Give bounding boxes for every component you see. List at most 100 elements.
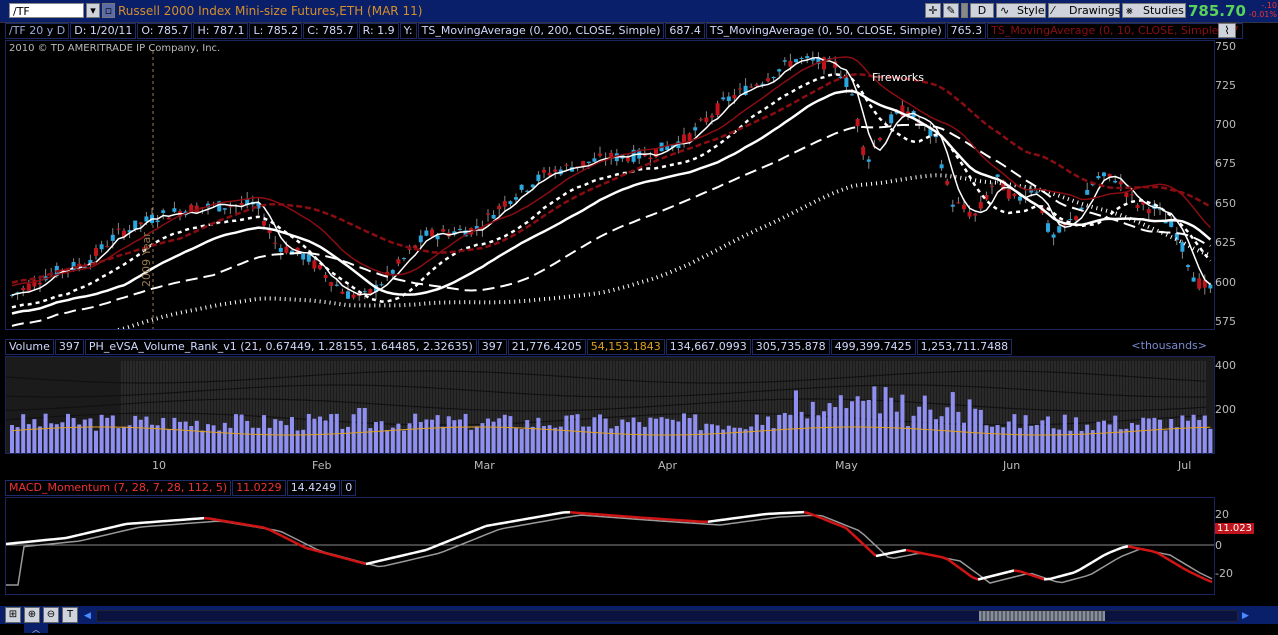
chart-period-label[interactable]: /TF 20 y D — [5, 23, 69, 39]
down-candle — [21, 288, 25, 290]
price-chart — [6, 41, 1214, 329]
volume-bar — [228, 428, 232, 453]
up-candle — [783, 60, 787, 61]
link-button[interactable]: ▫ — [102, 3, 115, 18]
macd-down-segment — [852, 534, 858, 540]
expand-panel-icon[interactable]: ︿ — [24, 624, 48, 633]
zoom-in-button[interactable]: ⊕ — [24, 607, 40, 623]
volume-bar — [990, 427, 994, 453]
macd-down-segment — [324, 553, 330, 555]
scroll-left-icon[interactable]: ◀ — [84, 611, 91, 621]
ma-red-dashed-line — [12, 74, 1210, 282]
up-candle — [1057, 226, 1061, 232]
down-candle — [1197, 278, 1201, 288]
edit-button[interactable]: ✎ — [943, 3, 959, 18]
up-candle — [419, 236, 423, 243]
volume-bar — [1024, 415, 1028, 453]
volume-panel[interactable] — [5, 356, 1215, 454]
chart-settings-button[interactable]: ⌇ — [1218, 23, 1236, 38]
up-candle — [1208, 285, 1212, 289]
macd-down-segment — [1164, 557, 1170, 561]
down-candle — [324, 275, 328, 278]
volume-bar — [66, 414, 70, 453]
symbol-dropdown-button[interactable]: ▾ — [86, 3, 100, 18]
down-candle — [878, 138, 882, 140]
volume-bar — [777, 415, 781, 453]
volume-bar — [704, 424, 708, 453]
symbol-input[interactable]: /TF — [9, 3, 84, 18]
macd-up-segment — [426, 548, 432, 550]
volume-bar — [357, 408, 361, 453]
time-scrollbar[interactable] — [96, 610, 1238, 622]
volume-bar — [1186, 421, 1190, 453]
volume-bar — [284, 425, 288, 453]
volume-bar — [475, 426, 479, 453]
volume-bar — [105, 418, 109, 453]
macd-up-segment — [414, 551, 420, 552]
up-candle — [514, 197, 518, 199]
volume-bar — [688, 418, 692, 453]
scrollbar-thumb[interactable] — [979, 611, 1105, 621]
scroll-right-icon[interactable]: ▶ — [1242, 611, 1249, 621]
grid-button[interactable]: ⊞ — [5, 607, 21, 623]
studies-button[interactable]: ⨳ Studies — [1122, 3, 1186, 18]
up-candle — [1085, 190, 1089, 195]
style-button[interactable]: ∿ Style — [996, 3, 1046, 18]
ma200-label[interactable]: TS_MovingAverage (0, 200, CLOSE, Simple) — [418, 23, 665, 39]
text-button[interactable]: T — [62, 607, 78, 623]
volume-label[interactable]: Volume — [5, 339, 54, 355]
up-candle — [1102, 173, 1106, 177]
down-candle — [312, 260, 316, 268]
volume-bar — [139, 420, 143, 453]
macd-up-segment — [1074, 570, 1080, 573]
evsa-study-label[interactable]: PH_eVSA_Volume_Rank_v1 (21, 0.67449, 1.2… — [85, 339, 477, 355]
volume-bar — [940, 416, 944, 453]
aggregation-button[interactable]: D — [970, 3, 994, 18]
macd-down-segment — [1206, 580, 1212, 582]
volume-bar — [816, 415, 820, 453]
macd-up-segment — [120, 524, 126, 525]
style-icon: ∿ — [1000, 4, 1009, 18]
volume-bar — [945, 407, 949, 453]
drawings-button[interactable]: ⁄ Drawings — [1048, 3, 1120, 18]
volume-bar — [536, 418, 540, 453]
price-panel[interactable]: 2010 © TD AMERITRADE IP Company, Inc. Fi… — [5, 40, 1215, 330]
crosshair-button[interactable]: ✛ — [925, 3, 941, 18]
volume-bar — [632, 418, 636, 453]
evsa-value-7: 1,253,711.7488 — [917, 339, 1012, 355]
up-candle — [805, 56, 809, 58]
volume-bar — [1040, 420, 1044, 453]
volume-bar — [531, 427, 535, 453]
volume-bar — [760, 425, 764, 453]
volume-bar — [195, 421, 199, 453]
down-candle — [699, 119, 703, 120]
macd-up-segment — [432, 545, 438, 547]
volume-bar — [1119, 429, 1123, 453]
chevron-down-icon: ▾ — [90, 4, 96, 17]
macd-down-segment — [258, 527, 264, 528]
macd-down-segment — [1146, 550, 1152, 551]
down-candle — [105, 246, 109, 247]
volume-bar — [122, 427, 126, 453]
volume-bar — [72, 418, 76, 453]
volume-bar — [699, 430, 703, 453]
volume-bar — [749, 427, 753, 453]
up-candle — [363, 291, 367, 292]
price-tick: 575 — [1215, 315, 1236, 328]
down-candle — [1119, 181, 1123, 184]
up-candle — [223, 208, 227, 209]
style-label: Style — [1017, 4, 1045, 17]
macd-down-segment — [318, 551, 324, 553]
volume-bar — [783, 413, 787, 453]
up-candle — [508, 201, 512, 204]
macd-panel[interactable] — [5, 497, 1215, 595]
macd-up-segment — [546, 514, 552, 515]
volume-bar — [1057, 430, 1061, 453]
volume-bar — [923, 396, 927, 453]
ma50-label[interactable]: TS_MovingAverage (0, 50, CLOSE, Simple) — [706, 23, 946, 39]
macd-down-segment — [234, 523, 240, 524]
ma10-label[interactable]: TS_MovingAverage (0, 10, CLOSE, Simple) — [987, 23, 1227, 39]
volume-bar — [38, 426, 42, 453]
zoom-out-button[interactable]: ⊖ — [43, 607, 59, 623]
macd-study-label[interactable]: MACD_Momentum (7, 28, 7, 28, 112, 5) — [5, 480, 231, 496]
